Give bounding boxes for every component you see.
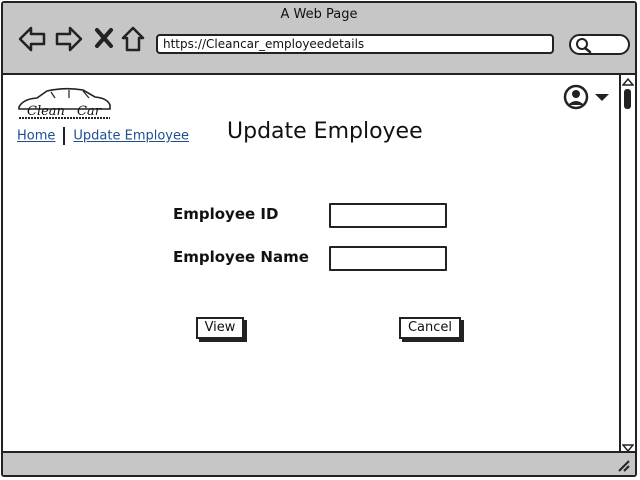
breadcrumb: Home Update Employee — [17, 127, 189, 145]
page-title: Update Employee — [227, 119, 423, 144]
status-bar — [3, 451, 635, 475]
user-menu[interactable] — [563, 84, 611, 116]
close-icon[interactable] — [93, 25, 117, 53]
browser-window: A Web Page https://Cleancar_employeedeta… — [1, 1, 637, 477]
employee-name-field[interactable] — [329, 246, 447, 271]
back-icon[interactable] — [17, 25, 47, 53]
svg-text:Clean: Clean — [27, 104, 65, 119]
page-content: Clean Car Home Update Employee Update Emp… — [3, 75, 621, 455]
cancel-button[interactable]: Cancel — [399, 317, 461, 339]
breadcrumb-update-employee-link[interactable]: Update Employee — [73, 129, 189, 144]
scroll-up-icon[interactable] — [622, 77, 634, 87]
home-icon[interactable] — [120, 25, 146, 53]
scrollbar-thumb[interactable] — [624, 89, 631, 109]
employee-name-label: Employee Name — [173, 248, 309, 266]
search-box[interactable] — [569, 34, 630, 55]
browser-toolbar: A Web Page https://Cleancar_employeedeta… — [3, 3, 635, 75]
employee-id-field[interactable] — [329, 203, 447, 228]
clean-car-logo[interactable]: Clean Car — [17, 85, 113, 127]
view-button[interactable]: View — [196, 317, 244, 339]
resize-grip-icon[interactable] — [615, 457, 631, 473]
search-icon — [576, 38, 592, 53]
chevron-down-icon — [595, 94, 609, 101]
window-title: A Web Page — [280, 7, 358, 22]
address-bar[interactable]: https://Cleancar_employeedetails — [156, 34, 554, 54]
vertical-scrollbar[interactable] — [619, 75, 635, 455]
breadcrumb-separator — [63, 127, 66, 145]
employee-id-label: Employee ID — [173, 205, 279, 223]
forward-icon[interactable] — [54, 25, 84, 53]
breadcrumb-home-link[interactable]: Home — [17, 129, 55, 144]
svg-text:Car: Car — [77, 104, 102, 119]
